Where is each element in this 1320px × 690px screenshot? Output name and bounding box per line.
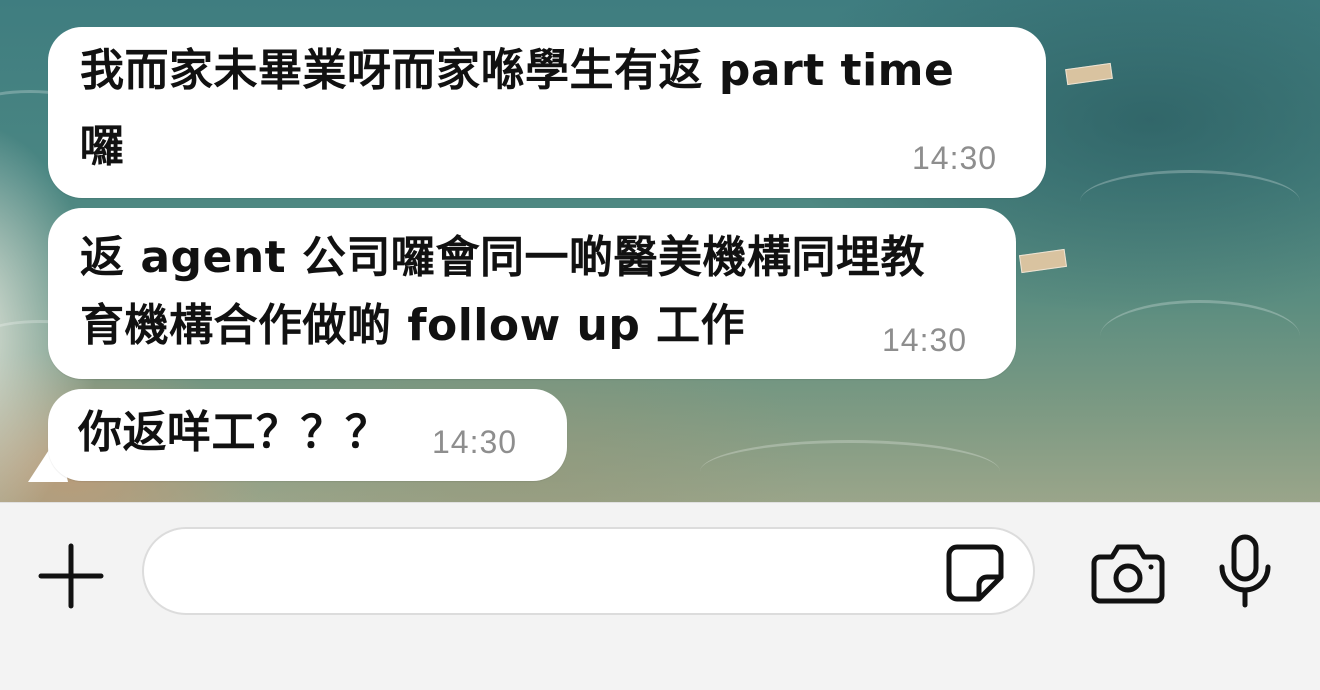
- message-bubble[interactable]: 我而家未畢業呀而家喺學生有返 part time 囉 14:30: [48, 27, 1046, 198]
- wave-decoration: [1100, 300, 1300, 373]
- message-bubble[interactable]: 你返咩工？？？ 14:30: [48, 389, 567, 481]
- message-text-line: 育機構合作做啲 follow up 工作: [80, 300, 746, 351]
- wave-decoration: [700, 440, 1000, 502]
- message-text-line: 囉: [80, 121, 125, 172]
- message-timestamp: 14:30: [912, 140, 998, 176]
- wave-decoration: [1080, 170, 1300, 233]
- chat-background: 我而家未畢業呀而家喺學生有返 part time 囉 14:30 返 agent…: [0, 0, 1320, 502]
- camera-icon: [1091, 544, 1165, 604]
- add-attachment-button[interactable]: [38, 543, 104, 609]
- camera-button[interactable]: [1090, 541, 1166, 605]
- voice-message-button[interactable]: [1216, 533, 1274, 609]
- floating-debris: [1018, 248, 1068, 274]
- sticker-button[interactable]: [943, 541, 1007, 605]
- microphone-icon: [1219, 534, 1271, 608]
- message-bubble[interactable]: 返 agent 公司囉會同一啲醫美機構同埋教 育機構合作做啲 follow up…: [48, 208, 1016, 379]
- plus-icon: [38, 543, 104, 609]
- message-timestamp: 14:30: [432, 424, 518, 460]
- message-text-line: 我而家未畢業呀而家喺學生有返 part time: [80, 45, 955, 96]
- message-timestamp: 14:30: [882, 322, 968, 358]
- sticker-icon: [946, 544, 1004, 602]
- message-text-line: 返 agent 公司囉會同一啲醫美機構同埋教: [80, 232, 926, 283]
- message-input[interactable]: [142, 527, 1035, 615]
- floating-debris: [1065, 62, 1113, 86]
- message-text-line: 你返咩工？？？: [78, 407, 390, 458]
- message-input-bar: [0, 502, 1320, 690]
